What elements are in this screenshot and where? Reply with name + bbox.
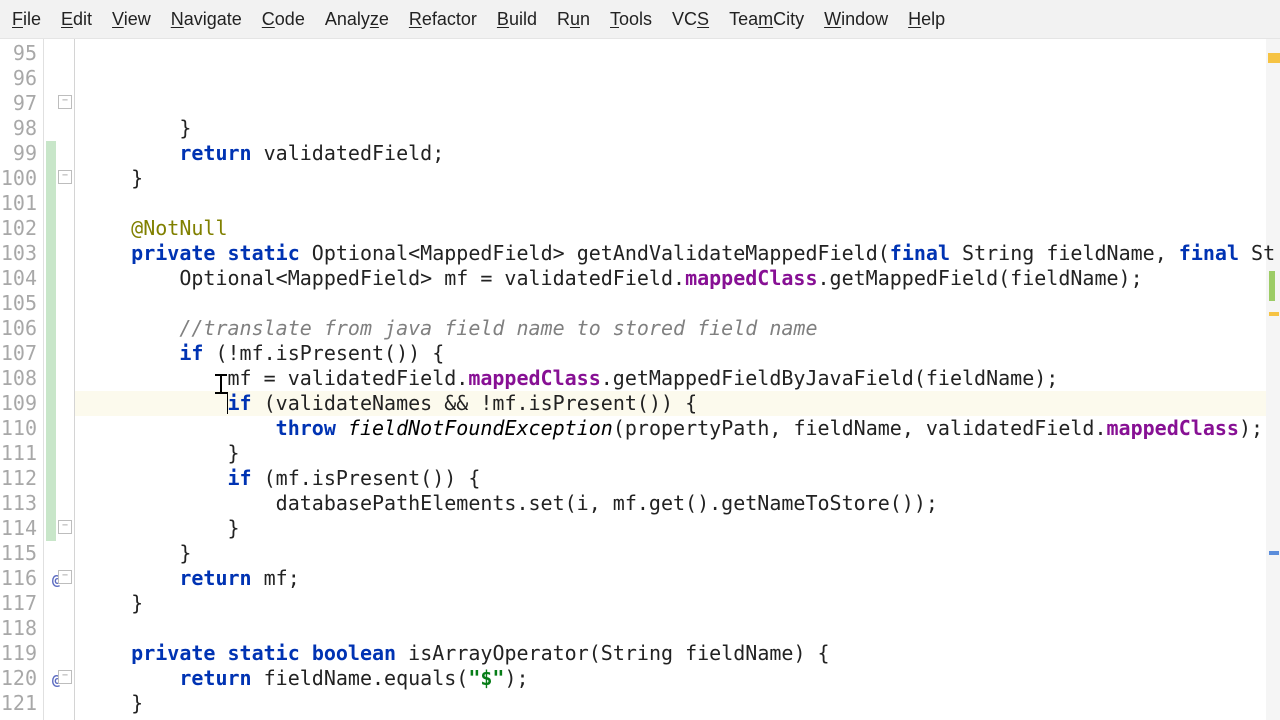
code-line[interactable]: databasePathElements.set(i, mf.get().get…	[83, 491, 1280, 516]
fold-toggle-icon[interactable]: −	[58, 670, 72, 684]
code-line[interactable]: }	[83, 516, 1280, 541]
menu-item[interactable]: View	[102, 5, 161, 34]
menu-item[interactable]: Code	[252, 5, 315, 34]
change-bar: @@−−−−−	[44, 39, 75, 720]
line-number: 118	[0, 616, 37, 641]
line-number: 108	[0, 366, 37, 391]
line-number: 107	[0, 341, 37, 366]
code-line[interactable]: return mf;	[83, 566, 1280, 591]
code-editor[interactable]: 9596979899100101102103104105106107108109…	[0, 39, 1280, 720]
line-number: 98	[0, 116, 37, 141]
line-number: 113	[0, 491, 37, 516]
code-line[interactable]: if (mf.isPresent()) {	[83, 466, 1280, 491]
code-line[interactable]: }	[83, 691, 1280, 716]
code-line[interactable]: throw fieldNotFoundException(propertyPat…	[83, 416, 1280, 441]
line-number: 97	[0, 91, 37, 116]
menu-item[interactable]: Navigate	[161, 5, 252, 34]
line-number: 116	[0, 566, 37, 591]
line-number: 104	[0, 266, 37, 291]
code-line[interactable]: private static Optional<MappedField> get…	[83, 241, 1280, 266]
code-line[interactable]: }	[83, 166, 1280, 191]
line-number: 105	[0, 291, 37, 316]
code-line[interactable]: }	[83, 591, 1280, 616]
line-number: 100	[0, 166, 37, 191]
line-number: 117	[0, 591, 37, 616]
code-line[interactable]: return fieldName.equals("$");	[83, 666, 1280, 691]
line-number: 120	[0, 666, 37, 691]
code-line[interactable]	[83, 291, 1280, 316]
line-number: 96	[0, 66, 37, 91]
code-area[interactable]: } return validatedField; } @NotNull priv…	[75, 39, 1280, 720]
code-line[interactable]: @NotNull	[83, 216, 1280, 241]
code-line[interactable]: }	[83, 116, 1280, 141]
line-number: 95	[0, 41, 37, 66]
line-number: 115	[0, 541, 37, 566]
code-line[interactable]: }	[83, 541, 1280, 566]
line-number: 121	[0, 691, 37, 716]
line-number: 101	[0, 191, 37, 216]
code-line[interactable]: //translate from java field name to stor…	[83, 316, 1280, 341]
line-number: 106	[0, 316, 37, 341]
fold-toggle-icon[interactable]: −	[58, 520, 72, 534]
code-line[interactable]	[83, 616, 1280, 641]
code-line[interactable]: private static boolean isArrayOperator(S…	[83, 641, 1280, 666]
code-line[interactable]: Optional<MappedField> mf = validatedFiel…	[83, 266, 1280, 291]
code-line[interactable]: if (!mf.isPresent()) {	[83, 341, 1280, 366]
menu-item[interactable]: Tools	[600, 5, 662, 34]
menu-item[interactable]: VCS	[662, 5, 719, 34]
menu-item[interactable]: Help	[898, 5, 955, 34]
vcs-change-strip	[46, 141, 56, 541]
fold-toggle-icon[interactable]: −	[58, 170, 72, 184]
code-line[interactable]: if (validateNames && !mf.isPresent()) {	[83, 391, 1280, 416]
fold-toggle-icon[interactable]: −	[58, 95, 72, 109]
line-number: 103	[0, 241, 37, 266]
menu-item[interactable]: Window	[814, 5, 898, 34]
code-line[interactable]	[83, 191, 1280, 216]
menu-item[interactable]: Refactor	[399, 5, 487, 34]
line-number: 111	[0, 441, 37, 466]
code-line[interactable]: mf = validatedField.mappedClass.getMappe…	[83, 366, 1280, 391]
line-number: 99	[0, 141, 37, 166]
line-number: 102	[0, 216, 37, 241]
menu-item[interactable]: Build	[487, 5, 547, 34]
code-line[interactable]: return validatedField;	[83, 141, 1280, 166]
menu-item[interactable]: Run	[547, 5, 600, 34]
fold-toggle-icon[interactable]: −	[58, 570, 72, 584]
menu-item[interactable]: Edit	[51, 5, 102, 34]
line-number: 110	[0, 416, 37, 441]
menu-item[interactable]: Analyze	[315, 5, 399, 34]
line-number: 119	[0, 641, 37, 666]
line-number: 109	[0, 391, 37, 416]
menubar: FileEditViewNavigateCodeAnalyzeRefactorB…	[0, 0, 1280, 39]
line-number-gutter: 9596979899100101102103104105106107108109…	[0, 39, 44, 720]
menu-item[interactable]: TeamCity	[719, 5, 814, 34]
menu-item[interactable]: File	[2, 5, 51, 34]
error-stripe-marker[interactable]	[1268, 53, 1280, 63]
line-number: 112	[0, 466, 37, 491]
code-line[interactable]: }	[83, 441, 1280, 466]
line-number: 114	[0, 516, 37, 541]
code-line[interactable]	[83, 716, 1280, 720]
